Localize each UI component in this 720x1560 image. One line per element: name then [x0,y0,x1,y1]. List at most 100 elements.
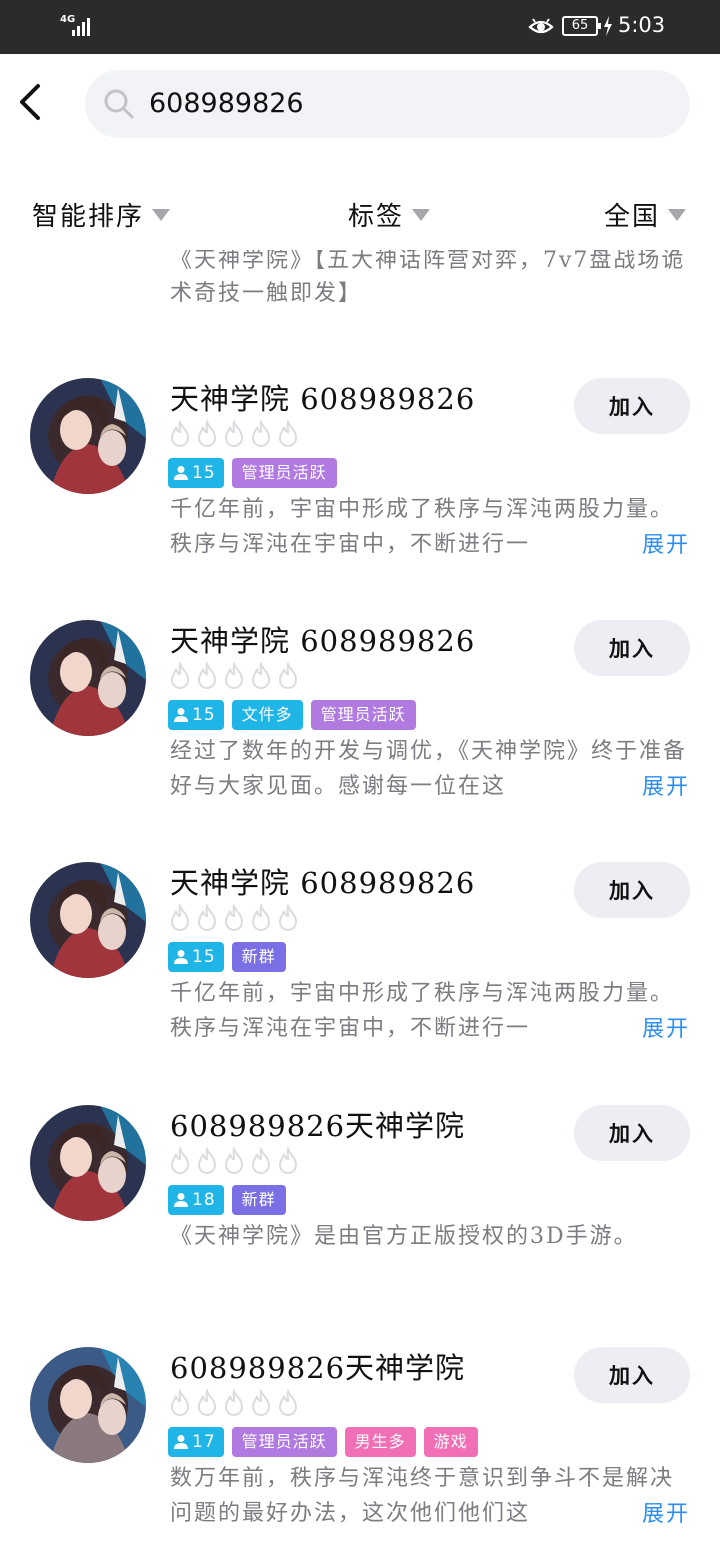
person-icon [174,708,188,722]
group-list-item[interactable]: 天神学院 608989826 15 文件多 管理员活跃 经过了数年的开发与调优，《… [0,620,720,850]
flame-icon [224,420,244,447]
group-tag: 新群 [231,942,286,972]
person-icon [174,1193,188,1207]
tag-filter[interactable]: 标签 [348,196,431,233]
group-tag: 男生多 [344,1427,416,1457]
flame-icon [224,662,244,689]
group-list-item[interactable]: 608989826天神学院 18 新群 《天神学院》是由官方正版授权的3D手游。… [0,1105,720,1335]
flame-icon [251,420,271,447]
member-count: 17 [192,1432,216,1452]
signal-icon: 4G [58,14,98,40]
charging-icon [604,16,612,36]
member-count-badge: 15 [168,458,224,488]
flame-icon [197,1389,217,1416]
activity-rating [168,1147,300,1175]
group-name: 608989826天神学院 [170,1109,466,1143]
sort-filter[interactable]: 智能排序 [32,196,171,233]
join-button[interactable]: 加入 [574,378,690,434]
expand-link[interactable]: 展开 [605,528,690,563]
group-tag: 新群 [231,1185,286,1215]
member-count-badge: 18 [168,1185,224,1215]
group-tags: 17 管理员活跃 男生多 游戏 [168,1427,478,1457]
group-list-item[interactable]: 天神学院 608989826 15 管理员活跃 千亿年前，宇宙中形成了秩序与浑沌… [0,378,720,608]
group-list-item[interactable]: 608989826天神学院 17 管理员活跃 男生多 游戏 数万年前，秩序与浑沌终于… [0,1347,720,1560]
group-avatar[interactable] [30,1347,146,1463]
group-name: 天神学院 608989826 [170,624,476,658]
sort-filter-label: 智能排序 [32,202,145,232]
dropdown-triangle-icon [152,208,171,221]
dropdown-triangle-icon [668,208,687,221]
flame-icon [251,662,271,689]
join-button[interactable]: 加入 [574,1105,690,1161]
flame-icon [278,1389,298,1416]
group-avatar[interactable] [30,378,146,494]
eye-comfort-icon [528,18,554,34]
group-tag: 文件多 [231,700,303,730]
person-icon [174,466,188,480]
person-icon [174,950,188,964]
flame-icon [197,904,217,931]
group-avatar[interactable] [30,1105,146,1221]
group-name: 608989826天神学院 [170,1351,466,1385]
join-button[interactable]: 加入 [574,1347,690,1403]
activity-rating [168,1389,300,1417]
flame-icon [224,1389,244,1416]
expand-link[interactable]: 展开 [605,1497,690,1532]
group-avatar[interactable] [30,862,146,978]
expand-link[interactable]: 展开 [605,770,690,805]
group-tags: 15 文件多 管理员活跃 [168,700,416,730]
group-name: 天神学院 608989826 [170,866,476,900]
battery-icon: 65 [562,16,601,36]
flame-icon [251,1147,271,1174]
member-count: 18 [192,1190,216,1210]
flame-icon [251,904,271,931]
flame-icon [278,1147,298,1174]
search-bar[interactable] [85,70,690,138]
flame-icon [197,662,217,689]
group-avatar[interactable] [30,620,146,736]
back-arrow-icon[interactable] [14,80,48,124]
activity-rating [168,420,300,448]
group-tag: 游戏 [423,1427,478,1457]
group-list-item[interactable]: 天神学院 608989826 15 新群 千亿年前，宇宙中形成了秩序与浑沌两股力… [0,862,720,1092]
join-button[interactable]: 加入 [574,862,690,918]
expand-link[interactable]: 展开 [605,1012,690,1047]
flame-icon [170,662,190,689]
flame-icon [251,1389,271,1416]
flame-icon [170,904,190,931]
flame-icon [170,1389,190,1416]
member-count-badge: 15 [168,942,224,972]
member-count-badge: 15 [168,700,224,730]
member-count: 15 [192,463,216,483]
partial-item-description: 《天神学院》【五大神话阵营对弈，7v7盘战场诡术奇技一触即发】 [170,250,686,306]
region-filter[interactable]: 全国 [604,196,687,233]
group-tag: 管理员活跃 [231,1427,337,1457]
search-input[interactable] [149,80,649,126]
flame-icon [224,1147,244,1174]
member-count: 15 [192,947,216,967]
group-tags: 15 管理员活跃 [168,458,337,488]
group-tags: 15 新群 [168,942,286,972]
status-bar: 4G 65 5:03 [0,0,720,54]
search-icon [104,89,134,119]
flame-icon [278,420,298,447]
region-filter-label: 全国 [604,202,661,232]
flame-icon [197,420,217,447]
flame-icon [197,1147,217,1174]
flame-icon [170,1147,190,1174]
group-tags: 18 新群 [168,1185,286,1215]
group-description: 《天神学院》是由官方正版授权的3D手游。 [170,1224,638,1249]
group-tag: 管理员活跃 [231,458,337,488]
activity-rating [168,662,300,690]
person-icon [174,1435,188,1449]
join-button[interactable]: 加入 [574,620,690,676]
flame-icon [170,420,190,447]
group-name: 天神学院 608989826 [170,382,476,416]
flame-icon [278,904,298,931]
flame-icon [278,662,298,689]
status-time: 5:03 [618,13,666,37]
member-count-badge: 17 [168,1427,224,1457]
member-count: 15 [192,705,216,725]
flame-icon [224,904,244,931]
group-tag: 管理员活跃 [310,700,416,730]
